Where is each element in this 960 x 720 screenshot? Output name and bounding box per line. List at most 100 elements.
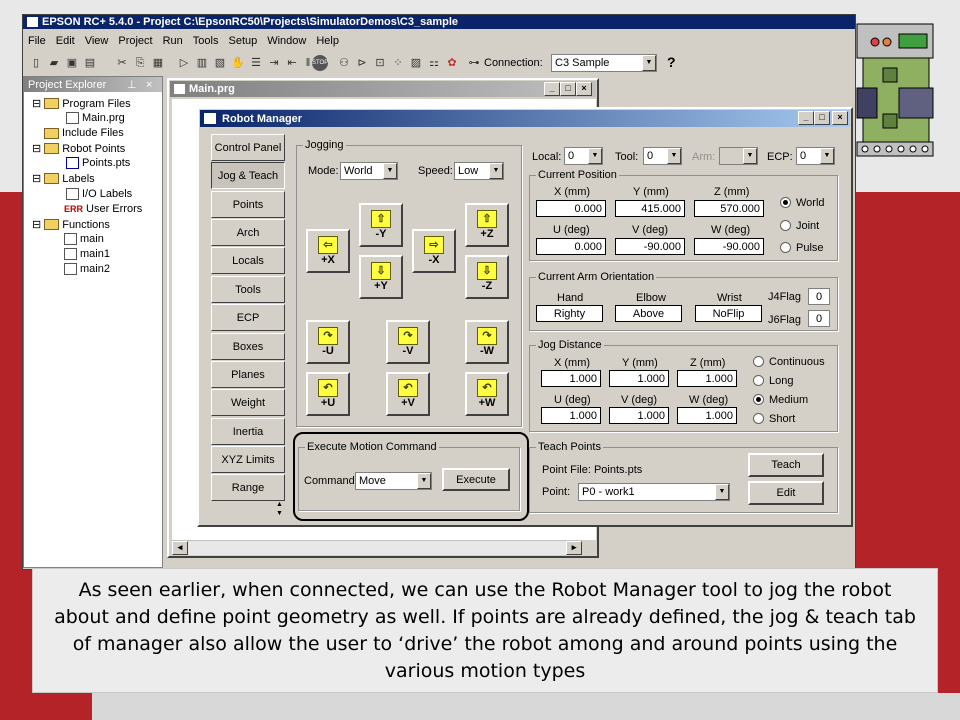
menu-run[interactable]: Run <box>163 35 183 49</box>
tab-xyz-limits[interactable]: XYZ Limits <box>211 446 285 473</box>
menu-view[interactable]: View <box>85 35 109 49</box>
tab-scroll-up-icon[interactable]: ▲ <box>276 501 283 508</box>
jog-minus-u-button[interactable]: ↷ -U <box>306 320 350 364</box>
pin-icon[interactable]: ⊥ <box>127 78 137 91</box>
io-icon[interactable]: ▧ <box>212 55 228 71</box>
continuous-radio[interactable] <box>753 356 764 367</box>
jog-plus-y-button[interactable]: ⇩ +Y <box>359 255 403 299</box>
jog-minus-w-button[interactable]: ↷ -W <box>465 320 509 364</box>
jog-plus-x-button[interactable]: ⇦ +X <box>306 229 350 273</box>
tree-include-files[interactable]: Include Files <box>44 127 124 139</box>
tool-select[interactable]: 0 ▼ <box>643 147 682 165</box>
speed-select[interactable]: Low ▼ <box>454 162 504 180</box>
maximize-button[interactable]: □ <box>814 111 830 125</box>
jog-plus-w-button[interactable]: ↶ +W <box>465 372 509 416</box>
jog-plus-v-button[interactable]: ↶ +V <box>386 372 430 416</box>
copy-icon[interactable]: ⎘ <box>132 55 148 71</box>
edit-button[interactable]: Edit <box>748 481 824 505</box>
close-button[interactable]: × <box>576 82 592 96</box>
tree-robot-points[interactable]: ⊟ Robot Points <box>32 142 125 156</box>
new-file-icon[interactable]: ▯ <box>28 55 44 71</box>
tab-jog-teach[interactable]: Jog & Teach <box>211 162 285 189</box>
tab-inertia[interactable]: Inertia <box>211 418 285 445</box>
local-select[interactable]: 0 ▼ <box>564 147 603 165</box>
save-all-icon[interactable]: ▤ <box>82 55 98 71</box>
jd-v-input[interactable]: 1.000 <box>609 407 669 424</box>
menu-tools[interactable]: Tools <box>193 35 219 49</box>
tab-scroll-down-icon[interactable]: ▼ <box>276 510 283 517</box>
cut-icon[interactable]: ✂ <box>114 55 130 71</box>
jog-minus-z-button[interactable]: ⇩ -Z <box>465 255 509 299</box>
mode-select[interactable]: World ▼ <box>340 162 398 180</box>
paste-icon[interactable]: ▦ <box>150 55 166 71</box>
jd-w-input[interactable]: 1.000 <box>677 407 737 424</box>
jog-minus-y-button[interactable]: ⇧ -Y <box>359 203 403 247</box>
joint-radio[interactable] <box>780 220 791 231</box>
execute-button[interactable]: Execute <box>442 468 510 491</box>
points-icon[interactable]: ⁘ <box>390 55 406 71</box>
color-icon[interactable]: ✿ <box>444 55 460 71</box>
tab-weight[interactable]: Weight <box>211 389 285 416</box>
tree-main1[interactable]: main1 <box>64 248 110 260</box>
tab-tools[interactable]: Tools <box>211 276 285 303</box>
tree-program-files[interactable]: ⊟ Program Files <box>32 97 131 111</box>
menu-setup[interactable]: Setup <box>228 35 257 49</box>
close-button[interactable]: × <box>832 111 848 125</box>
tree-points-pts[interactable]: Points.pts <box>66 157 130 169</box>
jd-y-input[interactable]: 1.000 <box>609 370 669 387</box>
indent-icon[interactable]: ⇥ <box>266 55 282 71</box>
hand-icon[interactable]: ✋ <box>230 55 246 71</box>
scroll-right-icon[interactable]: ▸ <box>566 541 582 555</box>
jd-z-input[interactable]: 1.000 <box>677 370 737 387</box>
jog-minus-x-button[interactable]: ⇨ -X <box>412 229 456 273</box>
point-select[interactable]: P0 - work1 ▼ <box>578 483 730 501</box>
jd-x-input[interactable]: 1.000 <box>541 370 601 387</box>
io-monitor-icon[interactable]: ⚏ <box>426 55 442 71</box>
save-icon[interactable]: ▣ <box>64 55 80 71</box>
run-icon[interactable]: ▷ <box>176 55 192 71</box>
list-icon[interactable]: ☰ <box>248 55 264 71</box>
menu-project[interactable]: Project <box>118 35 152 49</box>
tree-main2[interactable]: main2 <box>64 263 110 275</box>
outdent-icon[interactable]: ⇤ <box>284 55 300 71</box>
tab-points[interactable]: Points <box>211 191 285 218</box>
close-icon[interactable]: × <box>146 79 152 91</box>
tree-user-errors[interactable]: ERR User Errors <box>64 203 142 215</box>
scroll-left-icon[interactable]: ◂ <box>172 541 188 555</box>
tab-control-panel[interactable]: Control Panel <box>211 134 285 161</box>
minimize-button[interactable]: _ <box>544 82 560 96</box>
connection-select[interactable]: C3 Sample ▼ <box>551 54 657 72</box>
device-icon[interactable]: ▨ <box>408 55 424 71</box>
editor-hscrollbar[interactable] <box>172 540 582 555</box>
short-radio[interactable] <box>753 413 764 424</box>
build-icon[interactable]: ▥ <box>194 55 210 71</box>
long-radio[interactable] <box>753 375 764 386</box>
binoculars-icon[interactable]: ⚇ <box>336 55 352 71</box>
tab-planes[interactable]: Planes <box>211 361 285 388</box>
help-button[interactable]: ? <box>667 54 676 70</box>
stop-icon[interactable]: STOP <box>312 55 328 71</box>
tree-main-prg[interactable]: Main.prg <box>66 112 125 124</box>
minimize-button[interactable]: _ <box>798 111 814 125</box>
teach-button[interactable]: Teach <box>748 453 824 477</box>
pulse-radio[interactable] <box>780 242 791 253</box>
tab-range[interactable]: Range <box>211 474 285 501</box>
jd-u-input[interactable]: 1.000 <box>541 407 601 424</box>
tree-main[interactable]: main <box>64 233 104 245</box>
maximize-button[interactable]: □ <box>560 82 576 96</box>
open-folder-icon[interactable]: ▰ <box>46 55 62 71</box>
tab-ecp[interactable]: ECP <box>211 304 285 331</box>
robot-manager-icon[interactable]: ⊳ <box>354 55 370 71</box>
jog-minus-v-button[interactable]: ↷ -V <box>386 320 430 364</box>
menu-window[interactable]: Window <box>267 35 306 49</box>
tab-boxes[interactable]: Boxes <box>211 333 285 360</box>
ecp-select[interactable]: 0 ▼ <box>796 147 835 165</box>
tab-arch[interactable]: Arch <box>211 219 285 246</box>
menu-help[interactable]: Help <box>316 35 339 49</box>
world-radio[interactable] <box>780 197 791 208</box>
tree-functions[interactable]: ⊟ Functions <box>32 218 110 232</box>
menu-edit[interactable]: Edit <box>56 35 75 49</box>
tab-locals[interactable]: Locals <box>211 247 285 274</box>
jog-plus-u-button[interactable]: ↶ +U <box>306 372 350 416</box>
jog-plus-z-button[interactable]: ⇧ +Z <box>465 203 509 247</box>
